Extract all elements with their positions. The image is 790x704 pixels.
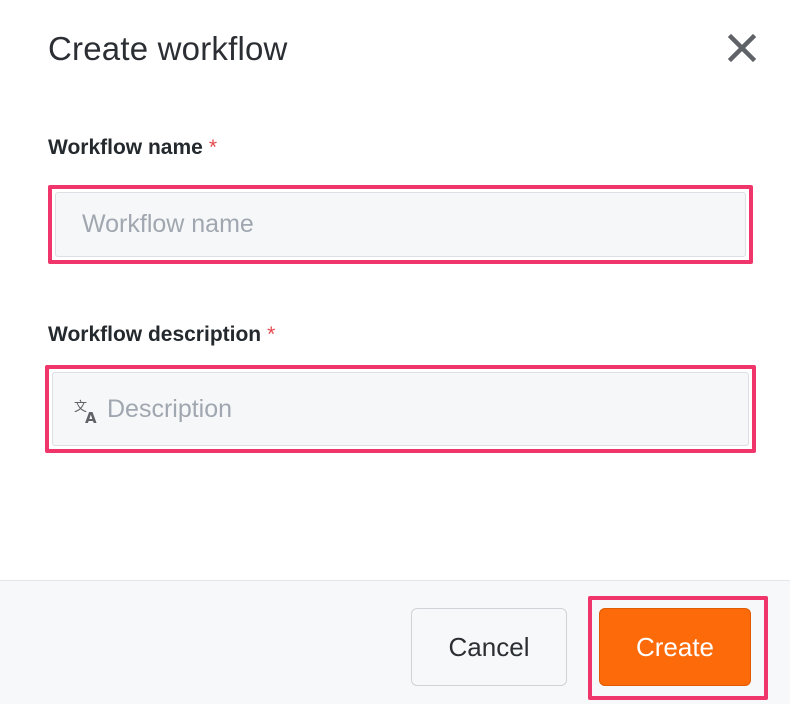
svg-text:A: A [85,409,97,425]
required-marker: * [267,323,276,346]
cancel-button[interactable]: Cancel [411,608,567,686]
required-marker: * [208,136,217,159]
workflow-description-field: 文 A [52,372,749,446]
create-button[interactable]: Create [599,608,751,686]
workflow-name-input[interactable] [55,192,746,257]
close-button[interactable] [724,30,760,66]
translate-icon[interactable]: 文 A [73,397,101,425]
close-icon [727,33,757,63]
create-workflow-dialog: Create workflow Workflow name * Workflow … [0,0,790,704]
workflow-description-label: Workflow description * [48,323,275,347]
workflow-name-label: Workflow name * [48,136,217,160]
workflow-description-input[interactable] [107,373,737,445]
workflow-name-label-text: Workflow name [48,136,203,159]
dialog-title: Create workflow [48,30,288,67]
workflow-description-label-text: Workflow description [48,323,262,346]
